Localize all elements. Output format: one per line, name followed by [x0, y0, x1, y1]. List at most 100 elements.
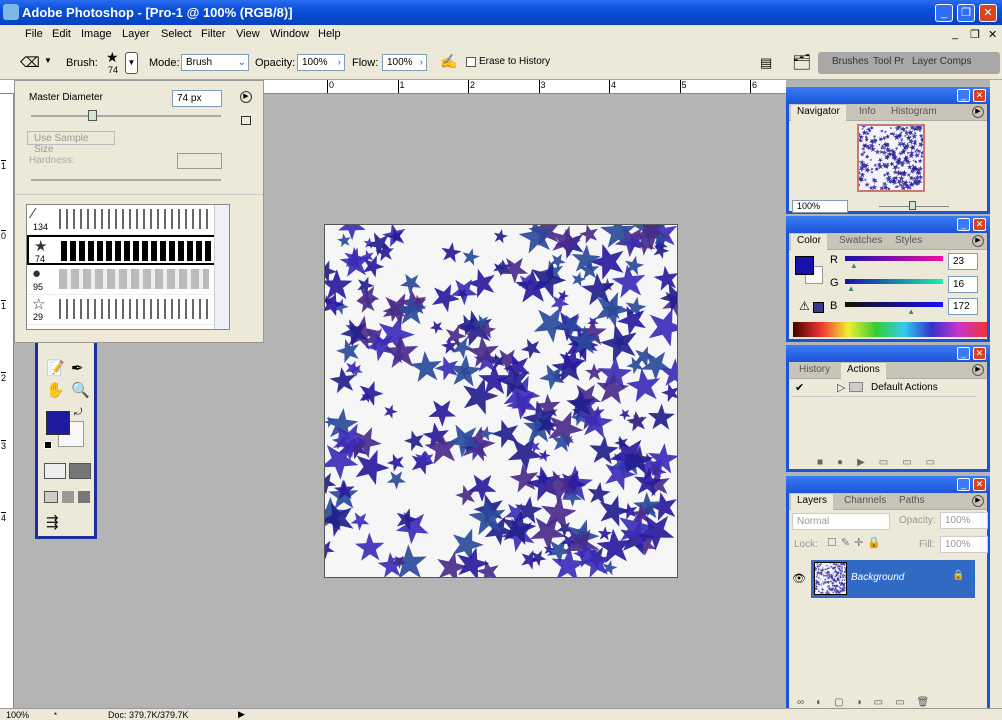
navigator-thumbnail[interactable] [857, 124, 925, 192]
master-diameter-slider[interactable] [31, 115, 221, 117]
tab-histogram[interactable]: Histogram [891, 106, 937, 117]
use-sample-size-button[interactable]: Use Sample Size [27, 131, 115, 155]
brush-picker-button[interactable]: ▼ [125, 52, 138, 74]
panel-close-button[interactable]: ✕ [973, 89, 986, 102]
flow-field[interactable]: 100% › [382, 54, 427, 71]
tab-paths[interactable]: Paths [899, 495, 925, 506]
tab-layers[interactable]: Layers [791, 494, 834, 510]
brush-preset-29[interactable]: ☆ 29 [27, 295, 229, 325]
panel-menu-button[interactable]: ▶ [972, 235, 984, 247]
tab-swatches[interactable]: Swatches [839, 235, 882, 246]
hand-tool-icon[interactable]: ✋ [46, 381, 65, 399]
panel-menu-button[interactable]: ▶ [972, 364, 984, 376]
r-field[interactable]: 23 [948, 253, 978, 270]
menu-filter[interactable]: Filter [201, 28, 225, 40]
tab-info[interactable]: Info [859, 106, 876, 117]
menu-select[interactable]: Select [161, 28, 192, 40]
brush-preview-icon[interactable]: ★ [106, 49, 119, 66]
visibility-eye-icon[interactable]: 👁 [792, 572, 806, 585]
menu-view[interactable]: View [236, 28, 260, 40]
status-info-icon[interactable]: ◔ [52, 709, 57, 719]
tool-preset-dropdown[interactable]: ▼ [44, 56, 52, 65]
erase-to-history-checkbox[interactable] [466, 57, 476, 67]
standard-mode-icon[interactable] [44, 463, 66, 479]
close-button[interactable]: ✕ [979, 4, 997, 22]
right-edge-scrollbar[interactable] [990, 80, 1002, 708]
b-slider-thumb[interactable]: ▲ [907, 307, 915, 316]
panel-close-button[interactable]: ✕ [973, 218, 986, 231]
blend-mode-select[interactable]: Normal [792, 513, 890, 530]
color-foreground-swatch[interactable] [795, 256, 814, 275]
g-field[interactable]: 16 [948, 276, 978, 293]
eyedropper-tool-icon[interactable]: ✒ [71, 359, 84, 377]
well-tab-tool-presets[interactable]: Tool Pr [873, 56, 904, 67]
doc-minimize-button[interactable]: _ [952, 28, 958, 40]
maximize-button[interactable]: ❐ [957, 4, 975, 22]
brush-list-scrollbar[interactable] [214, 205, 229, 329]
panel-minimize-button[interactable]: _ [957, 89, 970, 102]
menu-file[interactable]: File [25, 28, 43, 40]
screen-mode-full-menu-icon[interactable] [62, 491, 74, 503]
airbrush-icon[interactable]: ✍ [440, 53, 457, 70]
well-tab-layer-comps[interactable]: Layer Comps [912, 56, 971, 67]
brush-preset-95[interactable]: ● 95 [27, 265, 229, 295]
doc-restore-button[interactable]: ❐ [970, 28, 980, 41]
panel-close-button[interactable]: ✕ [973, 478, 986, 491]
navigator-zoom-field[interactable]: 100% [792, 200, 848, 213]
eraser-tool-icon[interactable]: ⌫ [20, 54, 40, 71]
doc-close-button[interactable]: ✕ [988, 28, 997, 41]
b-field[interactable]: 172 [948, 298, 978, 315]
menu-help[interactable]: Help [318, 28, 341, 40]
new-preset-icon[interactable] [241, 116, 251, 125]
r-slider-thumb[interactable]: ▲ [850, 261, 858, 270]
panel-minimize-button[interactable]: _ [957, 347, 970, 360]
navigator-zoom-slider-thumb[interactable] [909, 201, 916, 210]
layer-row[interactable]: 👁 Background 🔒 [789, 560, 975, 598]
layer-name[interactable]: Background [851, 572, 904, 583]
brush-preset-134[interactable]: ⁄ 134 [27, 205, 229, 235]
file-browser-icon[interactable]: 🗂 [792, 53, 811, 71]
panel-menu-button[interactable]: ▶ [972, 106, 984, 118]
panel-minimize-button[interactable]: _ [957, 478, 970, 491]
mode-select[interactable]: Brush ⌄ [181, 54, 249, 71]
opacity-field[interactable]: 100% › [297, 54, 345, 71]
panel-menu-button[interactable]: ▶ [972, 495, 984, 507]
jump-to-imageready-icon[interactable]: ⇶ [46, 513, 59, 531]
well-tab-brushes[interactable]: Brushes [832, 56, 869, 67]
fill-field[interactable]: 100% [940, 536, 988, 553]
panel-minimize-button[interactable]: _ [957, 218, 970, 231]
tab-actions[interactable]: Actions [841, 363, 886, 379]
default-colors-icon[interactable] [44, 441, 52, 449]
gamut-color-swatch[interactable] [813, 302, 824, 313]
lock-icons[interactable]: ☐✎✛🔒 [827, 536, 885, 549]
r-slider[interactable] [845, 256, 943, 261]
swap-colors-icon[interactable]: ⤾ [74, 407, 82, 418]
tab-styles[interactable]: Styles [895, 235, 922, 246]
panel-menu-button[interactable]: ▶ [240, 91, 252, 103]
menu-image[interactable]: Image [81, 28, 112, 40]
g-slider[interactable] [845, 279, 943, 284]
notes-tool-icon[interactable]: 📝 [46, 359, 65, 377]
menu-window[interactable]: Window [270, 28, 309, 40]
tab-channels[interactable]: Channels [844, 495, 886, 506]
panel-close-button[interactable]: ✕ [973, 347, 986, 360]
toggle-item-checkbox[interactable]: ✔ [795, 381, 804, 394]
action-set-row[interactable]: ✔ ▷ Default Actions [791, 379, 977, 397]
screen-mode-standard-icon[interactable] [44, 491, 58, 503]
out-of-gamut-warning-icon[interactable]: ⚠ [799, 299, 810, 313]
minimize-button[interactable]: _ [935, 4, 953, 22]
master-diameter-slider-thumb[interactable] [88, 110, 97, 121]
tab-history[interactable]: History [799, 364, 830, 375]
foreground-color-swatch[interactable] [46, 411, 70, 435]
palette-menu-icon[interactable]: ▤ [760, 55, 772, 71]
tab-color[interactable]: Color [791, 234, 827, 250]
quick-mask-icon[interactable] [69, 463, 91, 479]
menu-edit[interactable]: Edit [52, 28, 71, 40]
menu-layer[interactable]: Layer [122, 28, 150, 40]
document-canvas[interactable] [312, 209, 691, 584]
layer-opacity-field[interactable]: 100% [940, 512, 988, 529]
status-zoom-field[interactable]: 100% [6, 710, 29, 720]
screen-mode-full-icon[interactable] [78, 491, 90, 503]
color-spectrum-bar[interactable] [793, 322, 987, 337]
g-slider-thumb[interactable]: ▲ [847, 284, 855, 293]
